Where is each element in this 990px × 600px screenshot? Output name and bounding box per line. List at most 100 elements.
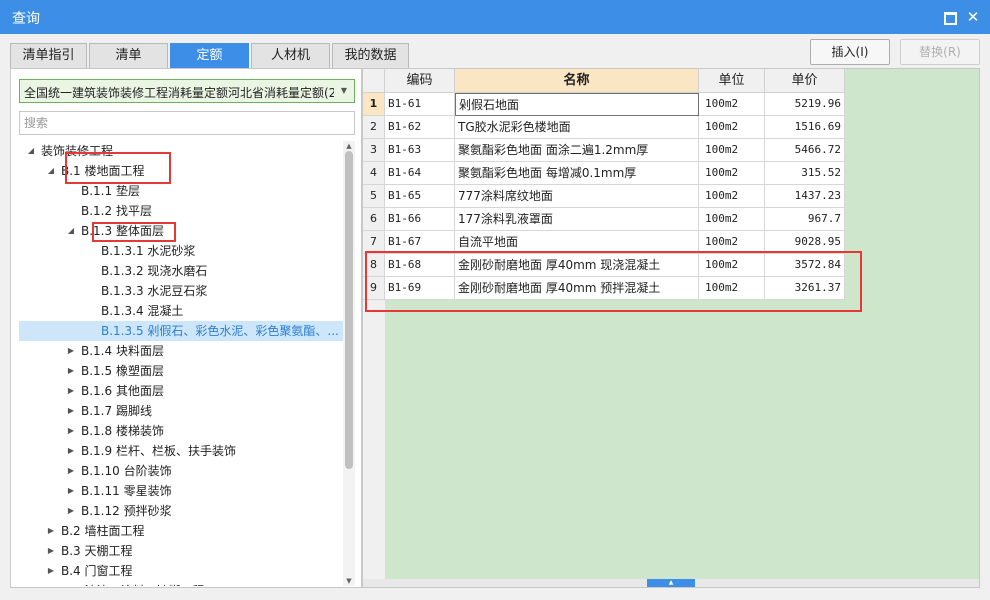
cell-price[interactable]: 1516.69 bbox=[765, 116, 845, 139]
cell-name[interactable]: 自流平地面 bbox=[455, 231, 699, 254]
tree-node[interactable]: ◢ B.1 楼地面工程 bbox=[19, 161, 343, 181]
cell-unit[interactable]: 100m2 bbox=[699, 277, 765, 300]
table-row[interactable]: 1 B1-61 剁假石地面 100m2 5219.96 bbox=[363, 93, 845, 116]
tree-node[interactable]: ▶ B.1.7 踢脚线 bbox=[19, 401, 343, 421]
collapse-arrow-icon[interactable]: ▶ bbox=[45, 581, 57, 586]
tree-node[interactable]: ▶ B.3 天棚工程 bbox=[19, 541, 343, 561]
cell-name[interactable]: 聚氨酯彩色地面 每增减0.1mm厚 bbox=[455, 162, 699, 185]
cell-name[interactable]: 剁假石地面 bbox=[455, 93, 699, 116]
cell-unit[interactable]: 100m2 bbox=[699, 162, 765, 185]
cell-unit[interactable]: 100m2 bbox=[699, 116, 765, 139]
replace-button[interactable]: 替换(R) bbox=[900, 39, 980, 65]
tree-node[interactable]: B.1.3.5 剁假石、彩色水泥、彩色聚氨酯、... bbox=[19, 321, 343, 341]
cell-unit[interactable]: 100m2 bbox=[699, 185, 765, 208]
tree-node[interactable]: ▶ B.1.6 其他面层 bbox=[19, 381, 343, 401]
cell-price[interactable]: 315.52 bbox=[765, 162, 845, 185]
cell-code[interactable]: B1-66 bbox=[385, 208, 455, 231]
row-number[interactable]: 7 bbox=[363, 231, 385, 254]
cell-code[interactable]: B1-61 bbox=[385, 93, 455, 116]
splitter-grip-icon[interactable]: ▲ bbox=[647, 579, 695, 587]
chevron-down-icon[interactable]: ▼ bbox=[338, 85, 350, 97]
cell-unit[interactable]: 100m2 bbox=[699, 93, 765, 116]
search-input[interactable] bbox=[19, 111, 355, 135]
collapse-arrow-icon[interactable]: ▶ bbox=[65, 441, 77, 461]
row-number[interactable]: 1 bbox=[363, 93, 385, 116]
collapse-arrow-icon[interactable]: ▶ bbox=[65, 341, 77, 361]
cell-code[interactable]: B1-65 bbox=[385, 185, 455, 208]
collapse-arrow-icon[interactable]: ▶ bbox=[45, 521, 57, 541]
cell-code[interactable]: B1-63 bbox=[385, 139, 455, 162]
cell-code[interactable]: B1-62 bbox=[385, 116, 455, 139]
cell-code[interactable]: B1-64 bbox=[385, 162, 455, 185]
header-price[interactable]: 单价 bbox=[765, 69, 845, 93]
expand-arrow-icon[interactable]: ◢ bbox=[65, 221, 77, 241]
cell-name[interactable]: 金刚砂耐磨地面 厚40mm 预拌混凝土 bbox=[455, 277, 699, 300]
cell-unit[interactable]: 100m2 bbox=[699, 139, 765, 162]
row-number[interactable]: 2 bbox=[363, 116, 385, 139]
collapse-arrow-icon[interactable]: ▶ bbox=[45, 561, 57, 581]
tree-node[interactable]: ▶ B.1.10 台阶装饰 bbox=[19, 461, 343, 481]
collapse-arrow-icon[interactable]: ▶ bbox=[45, 541, 57, 561]
header-code[interactable]: 编码 bbox=[385, 69, 455, 93]
tab-my-data[interactable]: 我的数据 bbox=[332, 43, 409, 68]
scroll-up-icon[interactable]: ▲ bbox=[343, 141, 355, 151]
table-row[interactable]: 8 B1-68 金刚砂耐磨地面 厚40mm 现浇混凝土 100m2 3572.84 bbox=[363, 254, 845, 277]
tree-node[interactable]: ▶ B.1.9 栏杆、栏板、扶手装饰 bbox=[19, 441, 343, 461]
close-icon[interactable]: ✕ bbox=[964, 8, 982, 26]
table-row[interactable]: 5 B1-65 777涂料席纹地面 100m2 1437.23 bbox=[363, 185, 845, 208]
header-name[interactable]: 名称 bbox=[455, 69, 699, 93]
tree-node[interactable]: ▶ B.1.12 预拌砂浆 bbox=[19, 501, 343, 521]
tree-node[interactable]: ▶ B.1.4 块料面层 bbox=[19, 341, 343, 361]
cell-code[interactable]: B1-68 bbox=[385, 254, 455, 277]
tree-node[interactable]: B.1.1 垫层 bbox=[19, 181, 343, 201]
cell-name[interactable]: 777涂料席纹地面 bbox=[455, 185, 699, 208]
collapse-arrow-icon[interactable]: ▶ bbox=[65, 401, 77, 421]
tree-node[interactable]: ▶ B.2 墙柱面工程 bbox=[19, 521, 343, 541]
row-number[interactable]: 4 bbox=[363, 162, 385, 185]
cell-price[interactable]: 9028.95 bbox=[765, 231, 845, 254]
cell-price[interactable]: 5466.72 bbox=[765, 139, 845, 162]
tab-quota[interactable]: 定额 bbox=[170, 43, 249, 68]
tab-bill-guide[interactable]: 清单指引 bbox=[10, 43, 87, 68]
cell-unit[interactable]: 100m2 bbox=[699, 254, 765, 277]
insert-button[interactable]: 插入(I) bbox=[810, 39, 890, 65]
collapse-arrow-icon[interactable]: ▶ bbox=[65, 461, 77, 481]
header-unit[interactable]: 单位 bbox=[699, 69, 765, 93]
cell-price[interactable]: 967.7 bbox=[765, 208, 845, 231]
row-number[interactable]: 9 bbox=[363, 277, 385, 300]
tree-node[interactable]: ▶ B.1.8 楼梯装饰 bbox=[19, 421, 343, 441]
tree-node[interactable]: B.1.3.1 水泥砂浆 bbox=[19, 241, 343, 261]
cell-code[interactable]: B1-67 bbox=[385, 231, 455, 254]
scroll-down-icon[interactable]: ▼ bbox=[343, 576, 355, 586]
expand-arrow-icon[interactable]: ◢ bbox=[25, 141, 37, 161]
table-row[interactable]: 9 B1-69 金刚砂耐磨地面 厚40mm 预拌混凝土 100m2 3261.37 bbox=[363, 277, 845, 300]
tree-node[interactable]: B.1.3.3 水泥豆石浆 bbox=[19, 281, 343, 301]
tree-node[interactable]: ▶ B.5 油漆、涂料、裱糊工程 bbox=[19, 581, 343, 586]
table-row[interactable]: 6 B1-66 177涂料乳液罩面 100m2 967.7 bbox=[363, 208, 845, 231]
expand-arrow-icon[interactable]: ◢ bbox=[45, 161, 57, 181]
tab-labor-material[interactable]: 人材机 bbox=[251, 43, 330, 68]
cell-unit[interactable]: 100m2 bbox=[699, 231, 765, 254]
cell-price[interactable]: 3572.84 bbox=[765, 254, 845, 277]
tree-node[interactable]: ▶ B.1.5 橡塑面层 bbox=[19, 361, 343, 381]
tree-node[interactable]: ◢ 装饰装修工程 bbox=[19, 141, 343, 161]
row-number[interactable]: 3 bbox=[363, 139, 385, 162]
tree-node[interactable]: ▶ B.1.11 零星装饰 bbox=[19, 481, 343, 501]
maximize-icon[interactable] bbox=[940, 8, 958, 26]
cell-price[interactable]: 1437.23 bbox=[765, 185, 845, 208]
cell-price[interactable]: 5219.96 bbox=[765, 93, 845, 116]
horizontal-scrollbar[interactable]: ▲ bbox=[363, 579, 979, 587]
table-row[interactable]: 3 B1-63 聚氨酯彩色地面 面涂二遍1.2mm厚 100m2 5466.72 bbox=[363, 139, 845, 162]
collapse-arrow-icon[interactable]: ▶ bbox=[65, 481, 77, 501]
cell-unit[interactable]: 100m2 bbox=[699, 208, 765, 231]
row-number[interactable]: 6 bbox=[363, 208, 385, 231]
collapse-arrow-icon[interactable]: ▶ bbox=[65, 381, 77, 401]
collapse-arrow-icon[interactable]: ▶ bbox=[65, 421, 77, 441]
tree-node[interactable]: B.1.2 找平层 bbox=[19, 201, 343, 221]
collapse-arrow-icon[interactable]: ▶ bbox=[65, 361, 77, 381]
tree-node[interactable]: ▶ B.4 门窗工程 bbox=[19, 561, 343, 581]
cell-name[interactable]: TG胶水泥彩色楼地面 bbox=[455, 116, 699, 139]
tree-scrollbar[interactable]: ▲ ▼ bbox=[343, 141, 355, 586]
tab-bill[interactable]: 清单 bbox=[89, 43, 168, 68]
cell-price[interactable]: 3261.37 bbox=[765, 277, 845, 300]
